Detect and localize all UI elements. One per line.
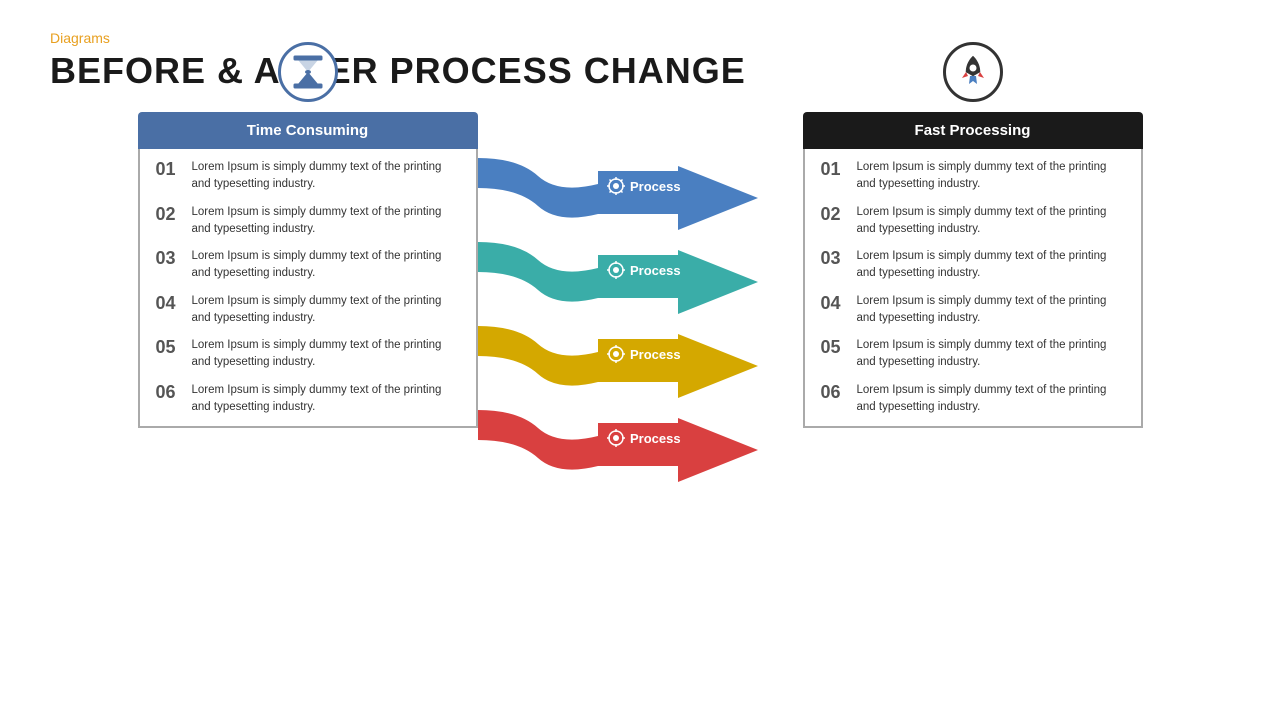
item-number: 03 — [821, 248, 847, 270]
svg-text:Process: Process — [630, 179, 681, 194]
item-number: 02 — [156, 204, 182, 226]
list-item: 01 Lorem Ipsum is simply dummy text of t… — [156, 159, 460, 194]
item-number: 03 — [156, 248, 182, 270]
item-number: 01 — [821, 159, 847, 181]
right-panel-header: Fast Processing — [803, 112, 1143, 149]
left-panel: Time Consuming 01 Lorem Ipsum is simply … — [138, 112, 478, 428]
item-number: 06 — [156, 382, 182, 404]
item-text: Lorem Ipsum is simply dummy text of the … — [192, 204, 460, 239]
page-title: BEFORE & AFTER PROCESS CHANGE — [50, 50, 1230, 92]
item-text: Lorem Ipsum is simply dummy text of the … — [192, 248, 460, 283]
item-number: 04 — [156, 293, 182, 315]
svg-text:Process: Process — [630, 431, 681, 446]
item-number: 02 — [821, 204, 847, 226]
item-number: 05 — [821, 337, 847, 359]
list-item: 06 Lorem Ipsum is simply dummy text of t… — [821, 382, 1125, 417]
item-text: Lorem Ipsum is simply dummy text of the … — [192, 382, 460, 417]
list-item: 02 Lorem Ipsum is simply dummy text of t… — [156, 204, 460, 239]
list-item: 03 Lorem Ipsum is simply dummy text of t… — [821, 248, 1125, 283]
item-text: Lorem Ipsum is simply dummy text of the … — [857, 204, 1125, 239]
middle-section: Process Process — [478, 156, 798, 496]
item-text: Lorem Ipsum is simply dummy text of the … — [192, 337, 460, 372]
item-text: Lorem Ipsum is simply dummy text of the … — [857, 159, 1125, 194]
list-item: 02 Lorem Ipsum is simply dummy text of t… — [821, 204, 1125, 239]
item-text: Lorem Ipsum is simply dummy text of the … — [192, 159, 460, 194]
list-item: 05 Lorem Ipsum is simply dummy text of t… — [156, 337, 460, 372]
svg-text:Process: Process — [630, 263, 681, 278]
item-number: 06 — [821, 382, 847, 404]
hourglass-icon — [278, 42, 338, 102]
list-item: 04 Lorem Ipsum is simply dummy text of t… — [156, 293, 460, 328]
list-item: 04 Lorem Ipsum is simply dummy text of t… — [821, 293, 1125, 328]
item-text: Lorem Ipsum is simply dummy text of the … — [857, 337, 1125, 372]
page-wrapper: Diagrams BEFORE & AFTER PROCESS CHANGE T… — [0, 0, 1280, 720]
left-panel-header: Time Consuming — [138, 112, 478, 149]
right-panel-body: 01 Lorem Ipsum is simply dummy text of t… — [803, 149, 1143, 428]
item-number: 01 — [156, 159, 182, 181]
item-text: Lorem Ipsum is simply dummy text of the … — [192, 293, 460, 328]
list-item: 03 Lorem Ipsum is simply dummy text of t… — [156, 248, 460, 283]
item-text: Lorem Ipsum is simply dummy text of the … — [857, 382, 1125, 417]
item-text: Lorem Ipsum is simply dummy text of the … — [857, 293, 1125, 328]
diagram-area: Time Consuming 01 Lorem Ipsum is simply … — [50, 112, 1230, 496]
left-panel-body: 01 Lorem Ipsum is simply dummy text of t… — [138, 149, 478, 428]
rocket-icon — [943, 42, 1003, 102]
right-panel: Fast Processing 01 Lorem Ipsum is simply… — [803, 112, 1143, 428]
svg-text:Process: Process — [630, 347, 681, 362]
list-item: 06 Lorem Ipsum is simply dummy text of t… — [156, 382, 460, 417]
item-number: 04 — [821, 293, 847, 315]
item-text: Lorem Ipsum is simply dummy text of the … — [857, 248, 1125, 283]
list-item: 01 Lorem Ipsum is simply dummy text of t… — [821, 159, 1125, 194]
list-item: 05 Lorem Ipsum is simply dummy text of t… — [821, 337, 1125, 372]
item-number: 05 — [156, 337, 182, 359]
category-label: Diagrams — [50, 30, 1230, 46]
